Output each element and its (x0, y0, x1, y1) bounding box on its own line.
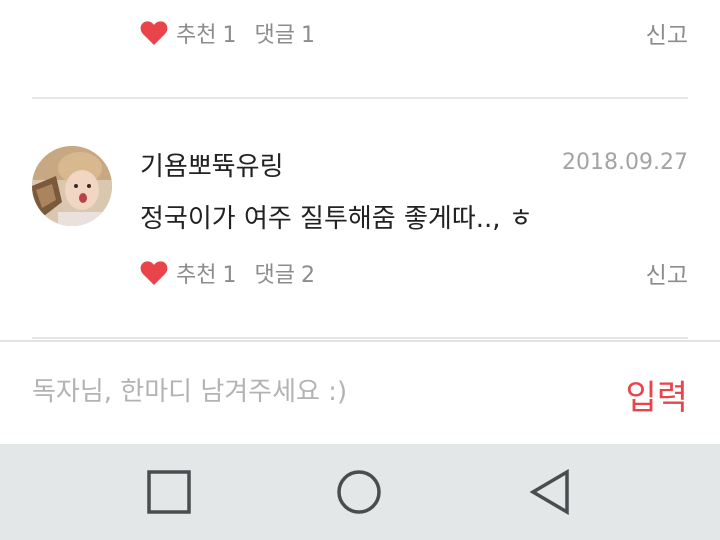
divider (32, 337, 688, 339)
comment-actions: 추천 1 댓글 1 신고 (140, 16, 688, 50)
comment-date: 2018.09.27 (562, 150, 688, 175)
triangle-back-icon (529, 469, 569, 515)
submit-button[interactable]: 입력 (625, 370, 688, 419)
square-icon (147, 470, 191, 514)
reply-button[interactable]: 댓글 2 (254, 257, 314, 289)
comment-actions: 추천 1 댓글 2 신고 (140, 256, 688, 290)
heart-icon[interactable] (140, 260, 168, 286)
heart-icon[interactable] (140, 20, 168, 46)
reply-label: 댓글 (254, 23, 295, 48)
back-button[interactable] (526, 468, 574, 516)
like-count: 1 (222, 23, 237, 48)
recents-button[interactable] (145, 468, 193, 516)
report-button[interactable]: 신고 (646, 256, 688, 290)
reply-label: 댓글 (254, 263, 295, 288)
circle-icon (337, 470, 381, 514)
divider (32, 97, 688, 99)
comment-input-bar: 입력 (0, 340, 720, 446)
like-count: 1 (222, 263, 237, 288)
comment-item: 기욤뽀뜍유링 2018.09.27 정국이가 여주 질투해줌 좋게따.., ㅎ (32, 138, 688, 238)
report-button[interactable]: 신고 (646, 16, 688, 50)
navigation-bar (0, 444, 720, 540)
comment-text: 정국이가 여주 질투해줌 좋게따.., ㅎ (140, 204, 533, 234)
comment-input[interactable] (32, 364, 592, 420)
reply-count: 2 (300, 263, 315, 288)
reply-button[interactable]: 댓글 1 (254, 17, 314, 49)
home-button[interactable] (335, 468, 383, 516)
like-button[interactable]: 추천 1 (176, 17, 236, 49)
avatar[interactable] (32, 146, 112, 226)
reply-count: 1 (300, 23, 315, 48)
like-label: 추천 (176, 23, 217, 48)
like-label: 추천 (176, 263, 217, 288)
comment-screen: 추천 1 댓글 1 신고 기욤뽀뜍유링 2018.09.27 정국이가 여주 질투해… (0, 0, 720, 540)
like-button[interactable]: 추천 1 (176, 257, 236, 289)
comment-username: 기욤뽀뜍유링 (140, 152, 284, 182)
